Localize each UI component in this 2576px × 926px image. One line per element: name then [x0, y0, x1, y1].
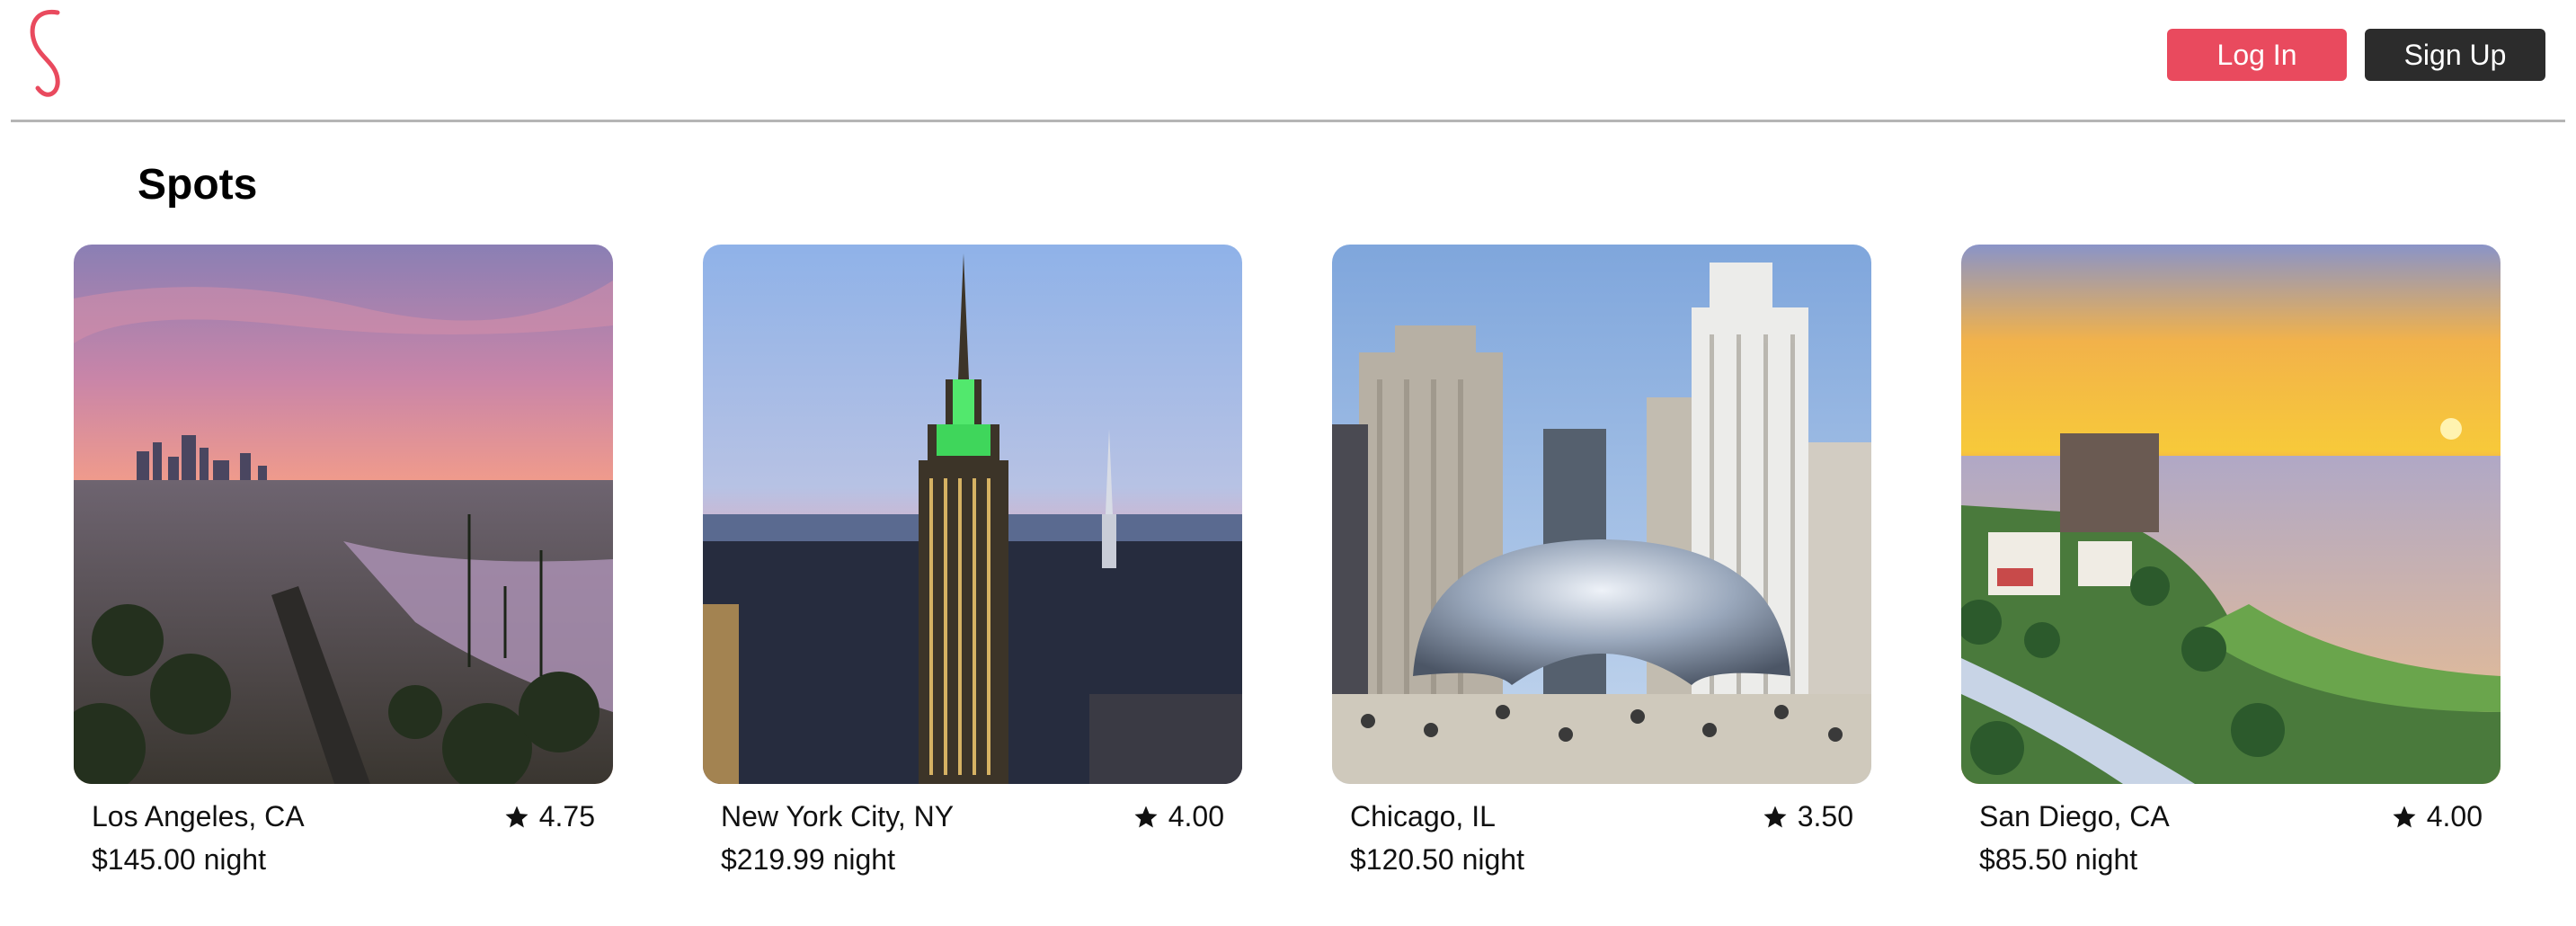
site-header: Log In Sign Up: [0, 0, 2576, 122]
star-icon: [505, 806, 529, 827]
spot-rating-value: 4.00: [2426, 800, 2483, 833]
spot-rating: 4.75: [503, 800, 595, 833]
spot-price: $145.00 night: [92, 843, 266, 876]
star-icon: [1763, 806, 1787, 827]
login-button[interactable]: Log In: [2167, 29, 2347, 81]
spot-location: Chicago, IL: [1350, 800, 1496, 833]
spot-image[interactable]: [703, 245, 1242, 784]
spot-card-san-diego[interactable]: San Diego, CA 4.00 $85.50 night: [1961, 245, 2500, 892]
signup-button[interactable]: Sign Up: [2365, 29, 2545, 81]
spot-card-los-angeles[interactable]: Los Angeles, CA 4.75 $145.00 night: [74, 245, 613, 892]
spot-price: $120.50 night: [1350, 843, 1524, 876]
spot-rating-value: 3.50: [1797, 800, 1853, 833]
spot-image[interactable]: [1332, 245, 1871, 784]
spot-rating-value: 4.75: [538, 800, 595, 833]
spot-rating: 4.00: [1133, 800, 1224, 833]
star-icon: [1134, 806, 1158, 827]
star-icon: [2393, 806, 2416, 827]
header-divider: [11, 120, 2565, 122]
spot-image[interactable]: [74, 245, 613, 784]
spot-price: $85.50 night: [1979, 843, 2138, 876]
s-logo-icon[interactable]: [22, 7, 72, 101]
spot-location: New York City, NY: [721, 800, 955, 833]
spot-rating: 3.50: [1762, 800, 1853, 833]
spot-image[interactable]: [1961, 245, 2500, 784]
new-york-skyline-photo: [703, 245, 1242, 784]
chicago-bean-photo: [1332, 245, 1871, 784]
spot-location: Los Angeles, CA: [92, 800, 305, 833]
spot-rating-value: 4.00: [1168, 800, 1224, 833]
spot-rating: 4.00: [2391, 800, 2483, 833]
page-title: Spots: [138, 161, 258, 209]
spot-card-chicago[interactable]: Chicago, IL 3.50 $120.50 night: [1332, 245, 1871, 892]
spot-location: San Diego, CA: [1979, 800, 2170, 833]
spot-price: $219.99 night: [721, 843, 895, 876]
spot-card-new-york-city[interactable]: New York City, NY 4.00 $219.99 night: [703, 245, 1242, 892]
los-angeles-sunset-photo: [74, 245, 613, 784]
san-diego-coast-photo: [1961, 245, 2500, 784]
